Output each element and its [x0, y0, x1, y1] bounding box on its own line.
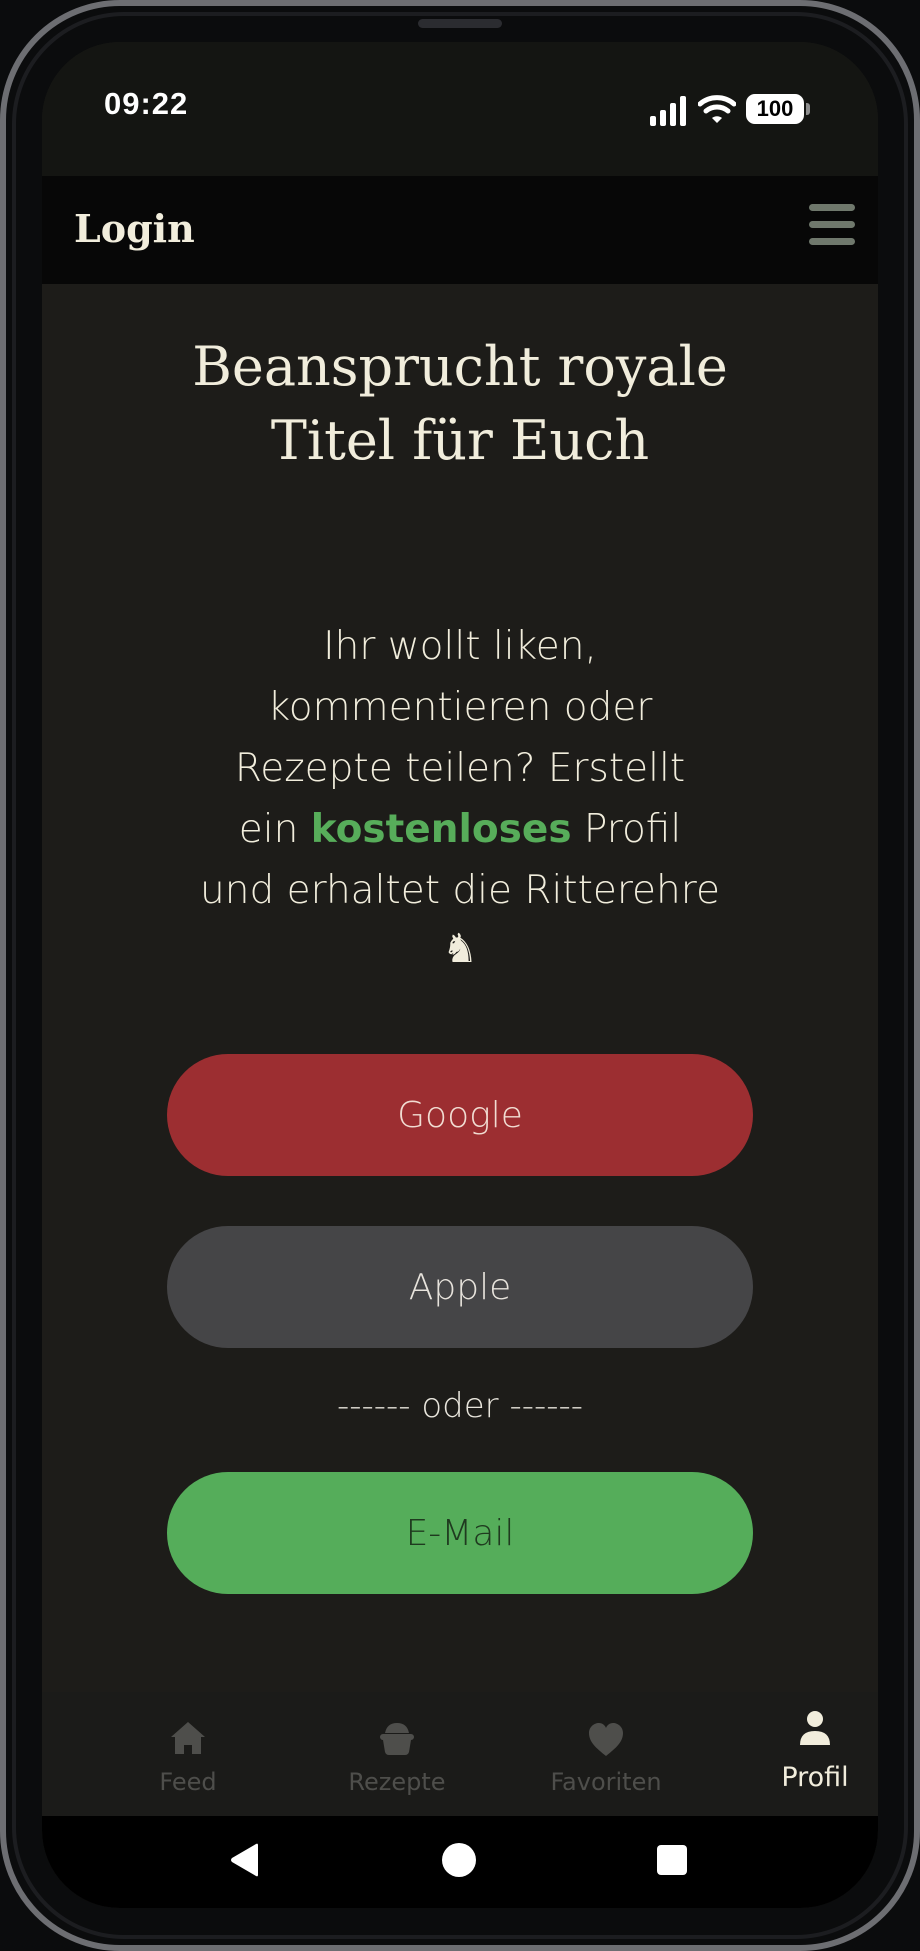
pot-icon [380, 1723, 414, 1755]
intro-line-1: Ihr wollt liken, [323, 624, 597, 669]
nav-item-feed[interactable]: Feed [103, 1692, 273, 1816]
headline-line-2: Titel für Euch [270, 409, 650, 472]
knight-icon: ♞ [442, 926, 478, 972]
battery-level: 100 [756, 96, 794, 121]
back-icon[interactable] [228, 1842, 262, 1878]
intro-line-2: kommentieren oder [267, 685, 653, 730]
page-title: Login [74, 206, 195, 251]
system-nav-bar [42, 1816, 878, 1908]
nav-item-rezepte[interactable]: Rezepte [312, 1692, 482, 1816]
nav-label-favoriten: Favoriten [550, 1768, 662, 1796]
intro-line-5: und erhaltet die Ritterehre [200, 868, 720, 913]
speaker-grille [418, 19, 502, 28]
status-icons: 100 [650, 94, 820, 130]
status-time: 09:22 [104, 86, 189, 121]
signal-icon [650, 96, 686, 126]
intro-line-4: ein kostenloses Profil [182, 799, 738, 860]
nav-item-favoriten[interactable]: Favoriten [521, 1692, 691, 1816]
hamburger-menu-icon[interactable] [806, 202, 856, 250]
app-bar: Login [42, 176, 878, 284]
status-bar: 09:22 100 [42, 42, 878, 176]
intro-ein: ein [238, 807, 311, 852]
battery-icon: 100 [746, 94, 804, 124]
oder-divider: ------ oder ------ [336, 1386, 584, 1426]
house-icon [171, 1722, 205, 1754]
apple-login-button[interactable]: Apple [167, 1226, 753, 1348]
nav-item-profil[interactable]: Profil [730, 1692, 878, 1816]
nav-label-profil: Profil [781, 1762, 849, 1793]
bottom-nav: Feed Rezepte Favoriten Profil [42, 1692, 878, 1816]
recents-icon[interactable] [657, 1845, 687, 1875]
intro-after-highlight: Profil [571, 807, 682, 852]
nav-label-rezepte: Rezepte [348, 1768, 446, 1796]
battery-cap [806, 103, 810, 115]
wifi-icon [698, 95, 736, 123]
headline-line-1: Beansprucht royale [192, 335, 728, 398]
headline: Beansprucht royale Titel für Euch [102, 330, 818, 478]
home-icon[interactable] [442, 1843, 476, 1877]
person-icon [800, 1711, 830, 1745]
google-login-button[interactable]: Google [167, 1054, 753, 1176]
intro-highlight: kostenloses [310, 807, 572, 852]
heart-icon [589, 1723, 623, 1756]
email-login-button[interactable]: E-Mail [167, 1472, 753, 1594]
nav-label-feed: Feed [159, 1768, 217, 1796]
intro-line-3: Rezepte teilen? Erstellt [234, 746, 686, 791]
screen: 09:22 100 Login Beansprucht royale Titel… [42, 42, 878, 1908]
intro-text: Ihr wollt liken, kommentieren oder Rezep… [182, 616, 738, 973]
